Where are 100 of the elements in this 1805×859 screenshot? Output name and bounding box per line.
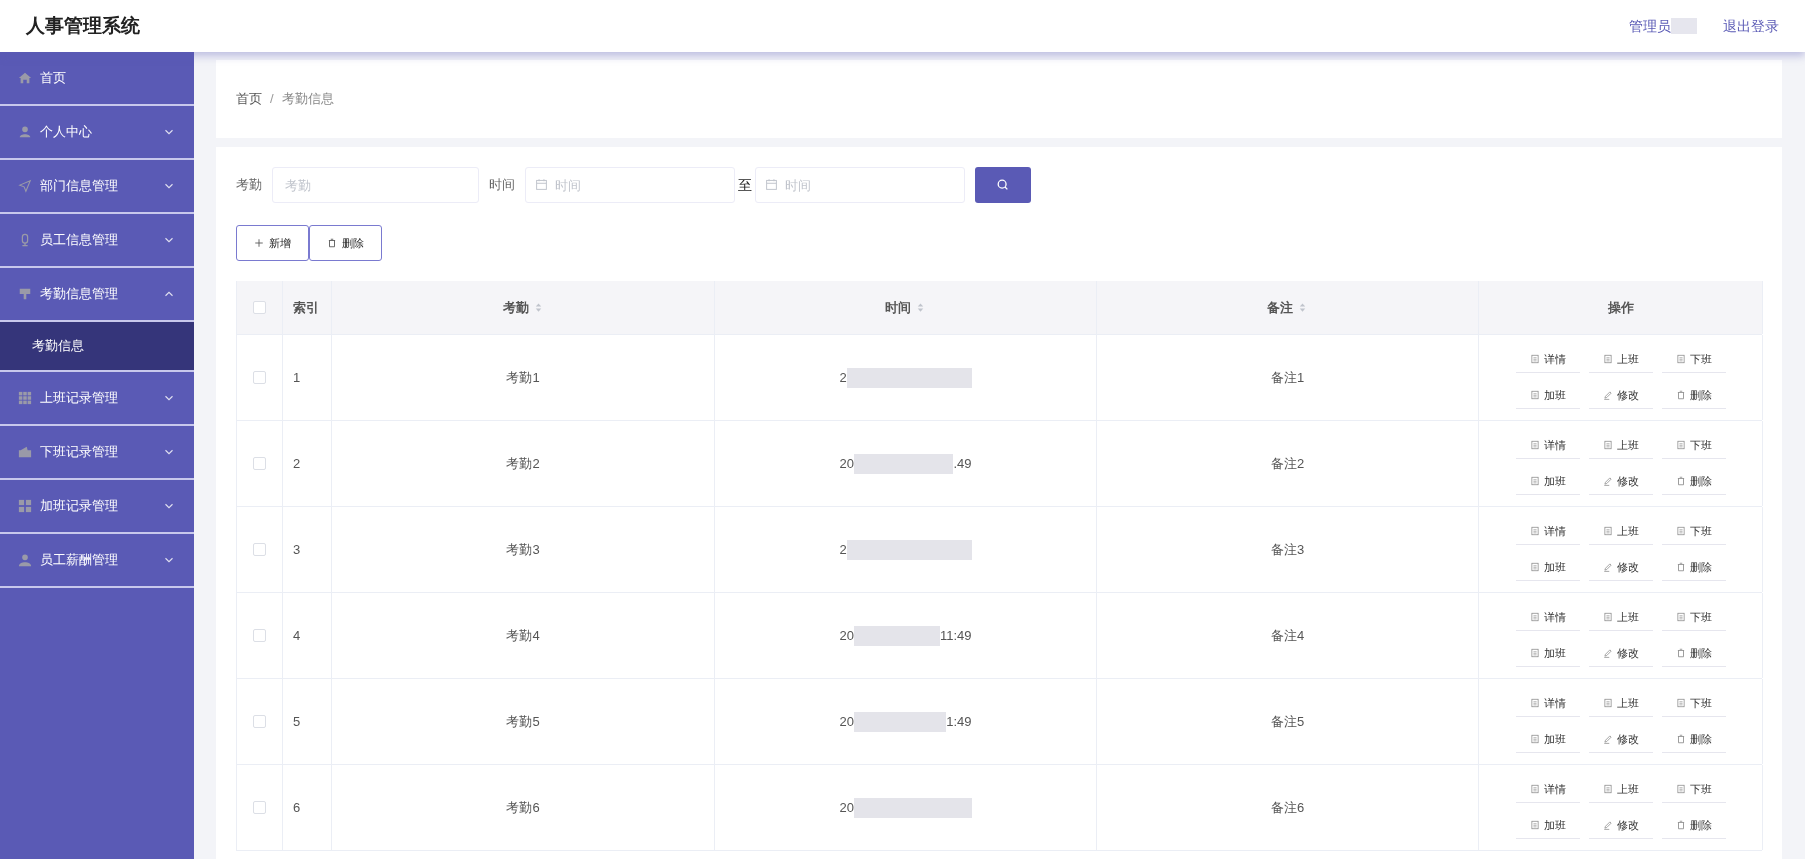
table-cell-text: 备注2 xyxy=(1270,454,1305,473)
pencil-icon xyxy=(1602,476,1613,486)
menu-item[interactable]: 员工薪酬管理 xyxy=(0,534,194,588)
field-label: 考勤 xyxy=(236,176,262,195)
document-icon xyxy=(1602,526,1613,536)
breadcrumb-link[interactable]: 考勤信息 xyxy=(281,89,334,109)
table-cell-text: 考勤4 xyxy=(506,626,540,645)
menu-item[interactable]: 下班记录管理 xyxy=(0,426,194,480)
search-button[interactable] xyxy=(975,167,1031,203)
trash-icon xyxy=(1675,820,1686,830)
table-cell-text: 1 xyxy=(293,368,301,387)
logout-link[interactable]: 退出登录 xyxy=(1723,15,1779,37)
table-cell-text: 考勤5 xyxy=(506,712,540,731)
menu-item[interactable]: 首页 xyxy=(0,52,194,106)
add-button[interactable]: 新增 xyxy=(236,225,309,261)
document-icon xyxy=(1529,648,1540,658)
table-cell-text: 2 xyxy=(839,368,847,387)
table-cell-text: 考勤2 xyxy=(506,454,540,473)
document-icon xyxy=(1602,612,1613,622)
document-icon xyxy=(1675,698,1686,708)
table-cell-text: 11:49 xyxy=(939,626,972,645)
table-cell-text: 备注3 xyxy=(1270,540,1305,559)
plus-icon xyxy=(254,238,264,248)
document-icon xyxy=(1529,390,1540,400)
date-field[interactable]: 时间 xyxy=(525,167,735,203)
table-cell-text: 备注4 xyxy=(1270,626,1305,645)
document-icon xyxy=(1602,354,1613,364)
table-cell-text: 2 xyxy=(293,454,301,473)
document-icon xyxy=(1529,476,1540,486)
menu-item[interactable]: 个人中心 xyxy=(0,106,194,160)
field-label: 至 xyxy=(738,175,752,195)
tiles-icon xyxy=(18,499,32,513)
trash-icon xyxy=(1675,648,1686,658)
pencil-icon xyxy=(1602,562,1613,572)
trash-icon xyxy=(327,238,337,248)
menu-item[interactable]: 上班记录管理 xyxy=(0,372,194,426)
checkbox[interactable] xyxy=(253,371,266,384)
calendar-icon xyxy=(765,178,778,191)
menu-item[interactable]: 员工信息管理 xyxy=(0,214,194,268)
document-icon xyxy=(1529,784,1540,794)
table-cell-text: 2 xyxy=(839,540,847,559)
table-cell-text: 6 xyxy=(293,798,301,817)
document-icon xyxy=(1602,440,1613,450)
person-icon xyxy=(18,553,32,567)
pencil-icon xyxy=(1602,390,1613,400)
document-icon xyxy=(1675,526,1686,536)
checkbox[interactable] xyxy=(253,301,266,314)
person-icon xyxy=(18,125,32,139)
checkbox[interactable] xyxy=(253,801,266,814)
menu-item[interactable]: 加班记录管理 xyxy=(0,480,194,534)
trash-icon xyxy=(1675,734,1686,744)
trash-icon xyxy=(1675,562,1686,572)
table-cell-text: 考勤1 xyxy=(506,368,540,387)
document-icon xyxy=(1602,698,1613,708)
redacted-name xyxy=(1671,18,1697,34)
menu-item[interactable]: 部门信息管理 xyxy=(0,160,194,214)
submenu-item[interactable]: 考勤信息 xyxy=(0,322,194,372)
table-cell-text: 20 xyxy=(839,626,854,645)
table-cell-text: 备注1 xyxy=(1270,368,1305,387)
input-field[interactable]: 考勤 xyxy=(272,167,479,203)
home-icon xyxy=(18,71,32,85)
checkbox[interactable] xyxy=(253,715,266,728)
document-icon xyxy=(1602,784,1613,794)
document-icon xyxy=(1675,784,1686,794)
delete-button[interactable]: 删除 xyxy=(309,225,382,261)
table-cell-text: 考勤6 xyxy=(506,798,540,817)
document-icon xyxy=(1529,526,1540,536)
checkbox[interactable] xyxy=(253,457,266,470)
table-cell-text: 备注6 xyxy=(1270,798,1305,817)
column-header: 考勤 xyxy=(502,298,529,317)
send-icon xyxy=(18,179,32,193)
table-cell-text: 3 xyxy=(293,540,301,559)
table-cell-text: 4 xyxy=(293,626,301,645)
document-icon xyxy=(1529,820,1540,830)
table-cell-text: 20 xyxy=(839,798,854,817)
field-label: 时间 xyxy=(489,176,515,195)
table-cell-text: 20 xyxy=(839,454,854,473)
breadcrumb-link[interactable]: 首页 xyxy=(236,89,262,109)
table-cell-text: .49 xyxy=(953,454,972,473)
column-header: 索引 xyxy=(293,298,319,317)
pencil-icon xyxy=(1602,734,1613,744)
pencil-icon xyxy=(1602,820,1613,830)
table-cell-text: 考勤3 xyxy=(506,540,540,559)
document-icon xyxy=(1529,698,1540,708)
pencil-icon xyxy=(1602,648,1613,658)
document-icon xyxy=(1529,440,1540,450)
search-icon xyxy=(996,178,1010,192)
table-cell-text: 5 xyxy=(293,712,301,731)
checkbox[interactable] xyxy=(253,543,266,556)
user-label: 管理员 xyxy=(1629,16,1671,36)
stamp-icon xyxy=(18,287,32,301)
checkbox[interactable] xyxy=(253,629,266,642)
document-icon xyxy=(1529,612,1540,622)
trash-icon xyxy=(1675,390,1686,400)
column-header: 时间 xyxy=(885,298,911,317)
document-icon xyxy=(1529,734,1540,744)
date-field[interactable]: 时间 xyxy=(755,167,965,203)
document-icon xyxy=(1529,562,1540,572)
column-header: 操作 xyxy=(1607,298,1634,317)
column-header: 备注 xyxy=(1267,298,1293,317)
